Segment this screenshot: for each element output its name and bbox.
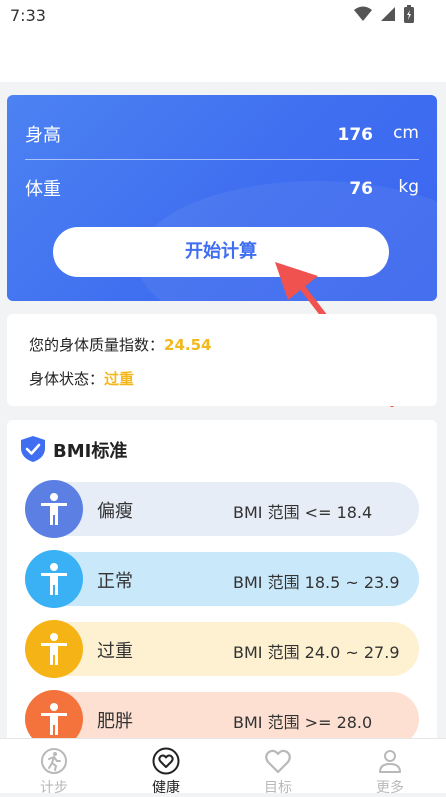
band-normal: 正常 BMI 范围 18.5 ~ 23.9	[25, 550, 419, 608]
weight-unit: kg	[398, 177, 419, 197]
run-icon	[41, 748, 67, 774]
bottom-nav: 计步 健康 目标 更多	[0, 738, 446, 796]
status-result-label: 身体状态：	[29, 370, 105, 388]
nav-item-goals[interactable]: 目标	[238, 739, 318, 796]
nav-label: 健康	[152, 780, 180, 796]
app-bar	[0, 34, 446, 82]
bmi-standard-card: BMI标准 偏瘦 BMI 范围 <= 18.4 正常 BMI 范围 18.5 ~…	[7, 420, 437, 750]
height-value[interactable]: 176	[338, 125, 374, 145]
standard-title: BMI标准	[53, 441, 128, 462]
nav-item-health[interactable]: 健康	[126, 739, 206, 796]
band-overweight: 过重 BMI 范围 24.0 ~ 27.9	[25, 620, 419, 678]
band-range: BMI 范围 >= 28.0	[233, 713, 373, 732]
height-unit: cm	[393, 123, 419, 143]
bmi-result-value: 24.54	[164, 336, 212, 354]
battery-icon	[404, 5, 414, 23]
weight-row[interactable]: 体重 76 kg	[25, 175, 419, 200]
status-result-line: 身体状态：过重	[29, 368, 134, 389]
nav-item-more[interactable]: 更多	[350, 739, 430, 796]
band-range: BMI 范围 24.0 ~ 27.9	[233, 643, 400, 662]
band-underweight: 偏瘦 BMI 范围 <= 18.4	[25, 480, 419, 538]
person-icon	[379, 750, 401, 773]
heart-icon	[265, 749, 291, 774]
status-time: 7:33	[10, 6, 46, 25]
status-result-value: 过重	[104, 370, 135, 388]
band-name: 偏瘦	[97, 501, 133, 522]
band-name: 过重	[97, 641, 133, 662]
result-card: 您的身体质量指数：24.54 身体状态：过重	[7, 314, 437, 406]
height-row[interactable]: 身高 176 cm	[25, 121, 419, 146]
weight-value[interactable]: 76	[349, 179, 373, 199]
nav-label: 目标	[264, 780, 292, 796]
status-icons	[354, 5, 414, 23]
weight-label: 体重	[25, 179, 61, 200]
signal-icon	[381, 7, 395, 21]
wifi-icon	[354, 6, 372, 21]
nav-label: 更多	[376, 780, 404, 796]
nav-label: 计步	[40, 780, 68, 796]
person-figure-icon	[25, 550, 83, 608]
person-figure-icon	[25, 480, 83, 538]
shield-check-icon	[21, 436, 45, 462]
nav-item-steps[interactable]: 计步	[14, 739, 94, 796]
bmi-result-line: 您的身体质量指数：24.54	[29, 334, 211, 355]
band-range: BMI 范围 <= 18.4	[233, 503, 373, 522]
band-name: 正常	[97, 571, 133, 592]
height-label: 身高	[25, 125, 61, 146]
status-bar: 7:33	[0, 0, 446, 34]
band-name: 肥胖	[97, 711, 133, 732]
person-figure-icon	[25, 620, 83, 678]
band-range: BMI 范围 18.5 ~ 23.9	[233, 573, 400, 592]
divider	[25, 159, 419, 160]
heart-circle-icon	[152, 747, 180, 775]
bmi-result-label: 您的身体质量指数：	[29, 336, 165, 354]
